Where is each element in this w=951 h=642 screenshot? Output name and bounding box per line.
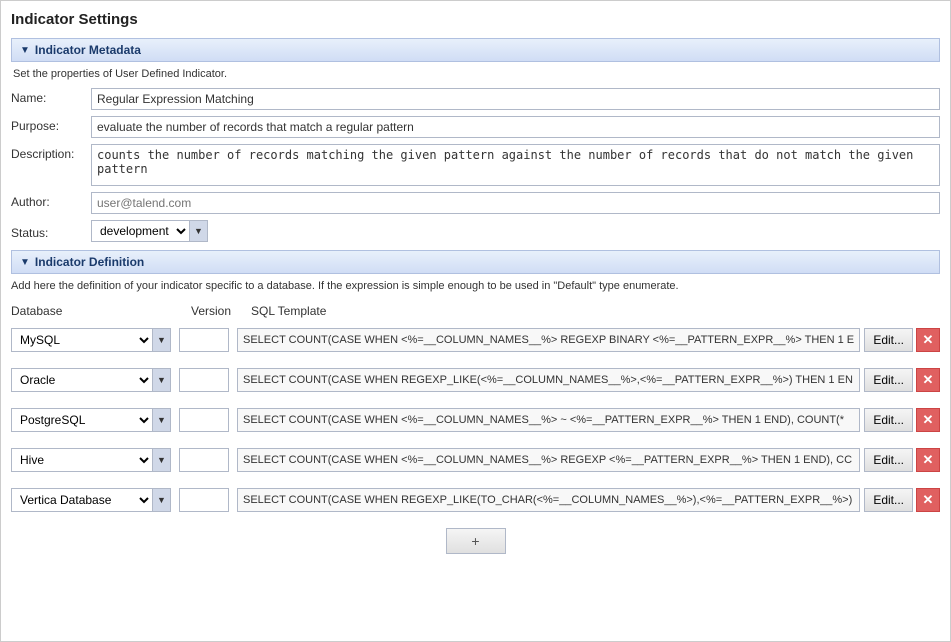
oracle-select-wrapper[interactable]: Oracle ▼ (11, 368, 171, 392)
vertica-edit-button[interactable]: Edit... (864, 488, 913, 512)
hive-delete-icon: ✕ (923, 452, 934, 468)
author-input[interactable] (91, 192, 940, 214)
postgresql-sql-display: SELECT COUNT(CASE WHEN <%=__COLUMN_NAMES… (237, 408, 860, 432)
hive-database-select[interactable]: Hive (12, 449, 152, 471)
description-input[interactable]: counts the number of records matching th… (91, 144, 940, 186)
status-label: Status: (11, 223, 91, 240)
definition-header-label: Indicator Definition (35, 255, 144, 269)
table-header: Database Version SQL Template (11, 302, 940, 320)
postgresql-delete-icon: ✕ (923, 412, 934, 428)
col-header-version: Version (191, 304, 251, 318)
postgresql-database-select[interactable]: PostgreSQL (12, 409, 152, 431)
mysql-database-select[interactable]: MySQL (12, 329, 152, 351)
metadata-header-label: Indicator Metadata (35, 43, 141, 57)
table-row: Oracle ▼ SELECT COUNT(CASE WHEN REGEXP_L… (11, 364, 940, 396)
name-input[interactable] (91, 88, 940, 110)
hive-select-wrapper[interactable]: Hive ▼ (11, 448, 171, 472)
vertica-dropdown-button[interactable]: ▼ (152, 489, 170, 511)
oracle-database-select[interactable]: Oracle (12, 369, 152, 391)
status-row: Status: development staging production ▼ (11, 220, 940, 242)
table-row: MySQL ▼ SELECT COUNT(CASE WHEN <%=__COLU… (11, 324, 940, 356)
hive-version-input[interactable] (179, 448, 229, 472)
add-button-wrapper: + (11, 528, 940, 554)
oracle-delete-icon: ✕ (923, 372, 934, 388)
vertica-select-wrapper[interactable]: Vertica Database ▼ (11, 488, 171, 512)
mysql-dropdown-button[interactable]: ▼ (152, 329, 170, 351)
author-row: Author: (11, 192, 940, 214)
mysql-edit-button[interactable]: Edit... (864, 328, 913, 352)
hive-sql-display: SELECT COUNT(CASE WHEN <%=__COLUMN_NAMES… (237, 448, 860, 472)
mysql-select-wrapper[interactable]: MySQL ▼ (11, 328, 171, 352)
hive-edit-button[interactable]: Edit... (864, 448, 913, 472)
postgresql-edit-button[interactable]: Edit... (864, 408, 913, 432)
description-label: Description: (11, 144, 91, 161)
author-label: Author: (11, 192, 91, 209)
oracle-version-input[interactable] (179, 368, 229, 392)
postgresql-select-wrapper[interactable]: PostgreSQL ▼ (11, 408, 171, 432)
name-label: Name: (11, 88, 91, 105)
hive-delete-button[interactable]: ✕ (916, 448, 940, 472)
col-header-database: Database (11, 304, 191, 318)
hive-dropdown-button[interactable]: ▼ (152, 449, 170, 471)
definition-arrow-icon: ▼ (20, 257, 30, 268)
definition-section: ▼ Indicator Definition Add here the defi… (11, 250, 940, 554)
page-title: Indicator Settings (11, 11, 940, 28)
purpose-row: Purpose: (11, 116, 940, 138)
vertica-version-input[interactable] (179, 488, 229, 512)
col-header-sql: SQL Template (251, 304, 940, 318)
vertica-database-select[interactable]: Vertica Database (12, 489, 152, 511)
description-row: Description: counts the number of record… (11, 144, 940, 186)
table-row: Vertica Database ▼ SELECT COUNT(CASE WHE… (11, 484, 940, 516)
mysql-sql-display: SELECT COUNT(CASE WHEN <%=__COLUMN_NAMES… (237, 328, 860, 352)
status-select[interactable]: development staging production (92, 221, 189, 241)
status-select-wrapper[interactable]: development staging production ▼ (91, 220, 208, 242)
purpose-input[interactable] (91, 116, 940, 138)
status-dropdown-button[interactable]: ▼ (189, 221, 207, 241)
table-row: Hive ▼ SELECT COUNT(CASE WHEN <%=__COLUM… (11, 444, 940, 476)
mysql-version-input[interactable] (179, 328, 229, 352)
add-row-button[interactable]: + (446, 528, 506, 554)
definition-section-header: ▼ Indicator Definition (11, 250, 940, 274)
purpose-label: Purpose: (11, 116, 91, 133)
vertica-delete-button[interactable]: ✕ (916, 488, 940, 512)
oracle-sql-display: SELECT COUNT(CASE WHEN REGEXP_LIKE(<%=__… (237, 368, 860, 392)
vertica-sql-display: SELECT COUNT(CASE WHEN REGEXP_LIKE(TO_CH… (237, 488, 860, 512)
metadata-section-header: ▼ Indicator Metadata (11, 38, 940, 62)
postgresql-dropdown-button[interactable]: ▼ (152, 409, 170, 431)
postgresql-version-input[interactable] (179, 408, 229, 432)
mysql-delete-button[interactable]: ✕ (916, 328, 940, 352)
postgresql-delete-button[interactable]: ✕ (916, 408, 940, 432)
vertica-delete-icon: ✕ (923, 492, 934, 508)
table-row: PostgreSQL ▼ SELECT COUNT(CASE WHEN <%=_… (11, 404, 940, 436)
name-row: Name: (11, 88, 940, 110)
metadata-description: Set the properties of User Defined Indic… (11, 68, 940, 80)
definition-description: Add here the definition of your indicato… (11, 280, 940, 292)
mysql-delete-icon: ✕ (923, 332, 934, 348)
metadata-arrow-icon: ▼ (20, 45, 30, 56)
oracle-delete-button[interactable]: ✕ (916, 368, 940, 392)
oracle-dropdown-button[interactable]: ▼ (152, 369, 170, 391)
oracle-edit-button[interactable]: Edit... (864, 368, 913, 392)
